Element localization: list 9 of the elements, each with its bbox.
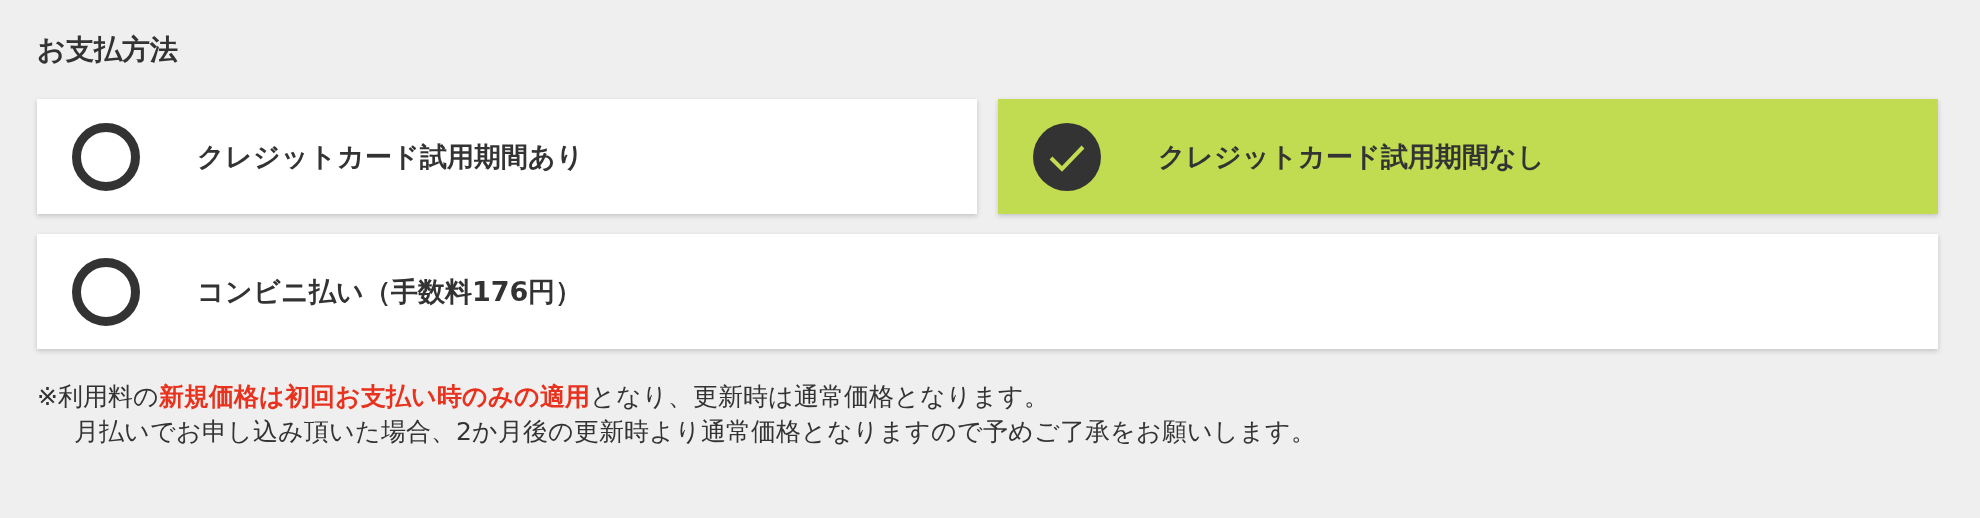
payment-option[interactable]: コンビニ払い（手数料176円）: [37, 234, 1938, 349]
section-heading: お支払方法: [37, 32, 179, 68]
note-text: ※利用料の新規価格は初回お支払い時のみの適用となり、更新時は通常価格となります。: [37, 381, 1050, 413]
check-icon: [1033, 122, 1101, 191]
note-text: 月払いでお申し込み頂いた場合、2か月後の更新時より通常価格となりますので予めご了承をお願いします。: [73, 416, 1317, 448]
payment-option[interactable]: クレジットカード試用期間あり: [37, 99, 977, 214]
radio-icon: [72, 122, 140, 191]
radio-icon: [72, 257, 140, 326]
payment-option[interactable]: クレジットカード試用期間なし: [998, 99, 1938, 214]
